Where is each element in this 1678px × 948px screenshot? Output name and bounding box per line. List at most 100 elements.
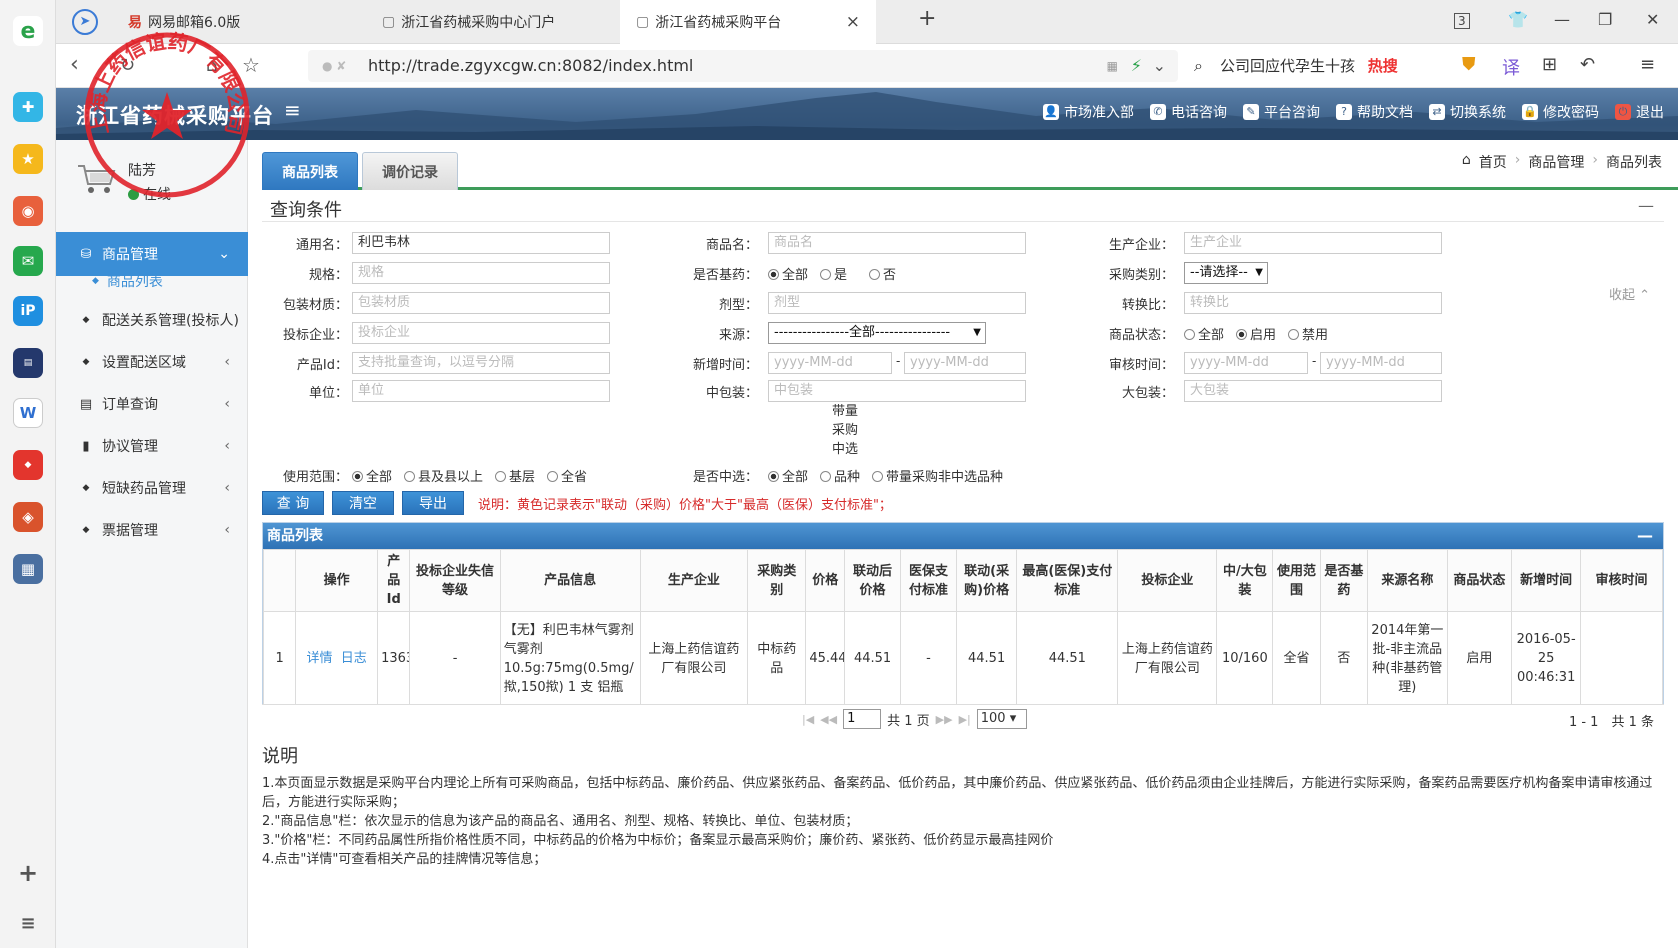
minimize-icon[interactable]: — [1554, 10, 1570, 29]
sidebar-item-delivery[interactable]: ◆ 配送关系管理(投标人) [56, 298, 248, 342]
home-icon[interactable]: ⌂ [206, 55, 217, 76]
url-field[interactable]: ● ✘ http://trade.zgyxcgw.cn:8082/index.h… [308, 50, 1178, 82]
doc-app-icon[interactable]: W [13, 398, 43, 428]
phone-link[interactable]: ✆ 电话咨询 [1150, 102, 1227, 122]
detail-link[interactable]: 详情 [307, 651, 333, 666]
col-status[interactable]: 商品状态 [1446, 549, 1513, 612]
help-doc-link[interactable]: ? 帮助文档 [1336, 102, 1413, 122]
radio-base-all[interactable]: 全部 [768, 264, 808, 283]
undo-icon[interactable]: ↶ [1580, 54, 1595, 75]
category-select[interactable]: --请选择-- ▼ [1184, 262, 1268, 284]
shop-app-icon[interactable]: ◆ [13, 450, 43, 480]
export-button[interactable]: 导出 [402, 491, 464, 515]
tab-goods-list[interactable]: 商品列表 [262, 152, 358, 190]
col-source[interactable]: 来源名称 [1367, 549, 1448, 612]
sidebar-item-orders[interactable]: ▤ 订单查询 ‹ [56, 382, 248, 426]
switch-system-link[interactable]: ⇄ 切换系统 [1429, 102, 1506, 122]
hamburger-icon[interactable]: ≡ [284, 98, 301, 122]
bookmark-star-icon[interactable]: ☆ [242, 53, 260, 77]
chevron-down-icon[interactable]: ⌄ [1153, 50, 1166, 82]
col-purchase[interactable]: 联动(采购)价格 [955, 549, 1018, 612]
first-page-icon[interactable]: |◀ [802, 713, 814, 726]
close-tab-icon[interactable]: × [846, 12, 860, 32]
dosage-form-input[interactable]: 剂型 [768, 292, 1026, 314]
tab-price-log[interactable]: 调价记录 [362, 152, 458, 190]
sidebar-item-region[interactable]: ◆ 设置配送区域 ‹ [56, 340, 248, 384]
added-to-input[interactable]: yyyy-MM-dd [904, 352, 1026, 374]
spec-input[interactable]: 规格 [352, 262, 610, 284]
col-maker[interactable]: 生产企业 [639, 549, 749, 612]
reload-icon[interactable]: ↻ [120, 55, 135, 76]
translate-icon[interactable]: 译 [1502, 54, 1520, 80]
radio-selected-non[interactable]: 带量采购非中选品种 [872, 466, 1003, 485]
browser-tab-platform[interactable]: ▢ 浙江省药械采购平台 × [620, 0, 876, 44]
col-bidder[interactable]: 投标企业 [1117, 549, 1218, 612]
shield-icon[interactable]: ⛊ [1462, 54, 1476, 75]
col-scope[interactable]: 使用范围 [1272, 549, 1321, 612]
skin-icon[interactable]: 👕 [1508, 10, 1528, 29]
col-pack[interactable]: 中/大包装 [1216, 549, 1274, 612]
log-link[interactable]: 日志 [341, 651, 367, 666]
radio-selected-variety[interactable]: 品种 [820, 466, 860, 485]
unit-input[interactable]: 单位 [352, 380, 610, 402]
col-added[interactable]: 新增时间 [1511, 549, 1582, 612]
radio-scope-province[interactable]: 全省 [547, 466, 587, 485]
sidebar-item-goods-list[interactable]: ◆ 商品列表 [56, 264, 248, 298]
ratio-input[interactable]: 转换比 [1184, 292, 1442, 314]
menu-list-icon[interactable]: ≡ [13, 908, 43, 938]
last-page-icon[interactable]: ▶| [959, 713, 971, 726]
query-button[interactable]: 查 询 [262, 491, 324, 515]
back-icon[interactable]: ‹ [70, 52, 79, 77]
col-info[interactable]: 产品信息 [499, 549, 641, 612]
breadcrumb-home[interactable]: 首页 [1479, 152, 1507, 172]
radio-scope-grassroots[interactable]: 基层 [495, 466, 535, 485]
browser-tab-portal[interactable]: ▢ 浙江省药械采购中心门户 [366, 0, 616, 44]
game-app-icon[interactable]: ◈ [13, 502, 43, 532]
platform-help-link[interactable]: ✎ 平台咨询 [1243, 102, 1320, 122]
new-tab-button[interactable]: + [918, 6, 936, 31]
col-review[interactable]: 审核时间 [1580, 549, 1663, 612]
browser-tab-mail[interactable]: 易网易邮箱6.0版 [112, 0, 362, 44]
generic-name-input[interactable]: 利巴韦林 [352, 232, 610, 254]
col-category[interactable]: 采购类别 [747, 549, 807, 612]
close-window-icon[interactable]: ✕ [1646, 10, 1659, 29]
mail-app-icon[interactable]: ✉ [13, 246, 43, 276]
page-input[interactable]: 1 [843, 709, 882, 729]
page-size-select[interactable]: 100 ▾ [976, 709, 1027, 729]
radio-status-all[interactable]: 全部 [1184, 324, 1224, 343]
big-pack-input[interactable]: 大包装 [1184, 380, 1442, 402]
col-pid[interactable]: 产品Id [377, 549, 411, 612]
browser-menu-icon[interactable]: ≡ [1640, 54, 1655, 75]
review-from-input[interactable]: yyyy-MM-dd [1184, 352, 1308, 374]
collapse-toggle[interactable]: 收起 ⌃ [1609, 284, 1650, 303]
maximize-icon[interactable]: ❐ [1598, 10, 1612, 29]
col-base[interactable]: 是否基药 [1319, 549, 1369, 612]
logout-link[interactable]: ⏻ 退出 [1615, 102, 1664, 122]
breadcrumb-goods[interactable]: 商品管理 [1528, 152, 1584, 172]
minimize-icon[interactable]: — [1637, 523, 1653, 549]
plus-app-icon[interactable]: ✚ [13, 92, 43, 122]
clear-button[interactable]: 清空 [332, 491, 394, 515]
lightning-icon[interactable]: ⚡ [1131, 50, 1142, 82]
sidebar-item-agreement[interactable]: ▮ 协议管理 ‹ [56, 424, 248, 468]
radio-selected-all[interactable]: 全部 [768, 466, 808, 485]
next-page-icon[interactable]: ▶▶ [936, 713, 953, 726]
news-app-icon[interactable]: ▤ [13, 348, 43, 378]
maker-input[interactable]: 生产企业 [1184, 232, 1442, 254]
weibo-icon[interactable]: ◉ [13, 196, 43, 226]
review-to-input[interactable]: yyyy-MM-dd [1320, 352, 1442, 374]
ip-app-icon[interactable]: iP [13, 296, 43, 326]
sidebar-item-invoice[interactable]: ◆ 票据管理 ‹ [56, 508, 248, 552]
nav-arrow-icon[interactable]: ➤ [56, 0, 112, 44]
change-password-link[interactable]: 🔒 修改密码 [1522, 102, 1599, 122]
col-max[interactable]: 最高(医保)支付标准 [1016, 549, 1119, 612]
mid-pack-input[interactable]: 中包装 [768, 380, 1026, 402]
star-app-icon[interactable]: ★ [13, 144, 43, 174]
sidebar-item-shortage[interactable]: ◆ 短缺药品管理 ‹ [56, 466, 248, 510]
bidder-input[interactable]: 投标企业 [352, 322, 610, 344]
apps-grid-icon[interactable]: ⊞ [1542, 54, 1557, 75]
product-name-input[interactable]: 商品名 [768, 232, 1026, 254]
source-select[interactable]: ----------------全部---------------- ▼ [768, 322, 986, 344]
browser-logo-icon[interactable]: e [13, 16, 43, 46]
radio-scope-county[interactable]: 县及县以上 [404, 466, 483, 485]
